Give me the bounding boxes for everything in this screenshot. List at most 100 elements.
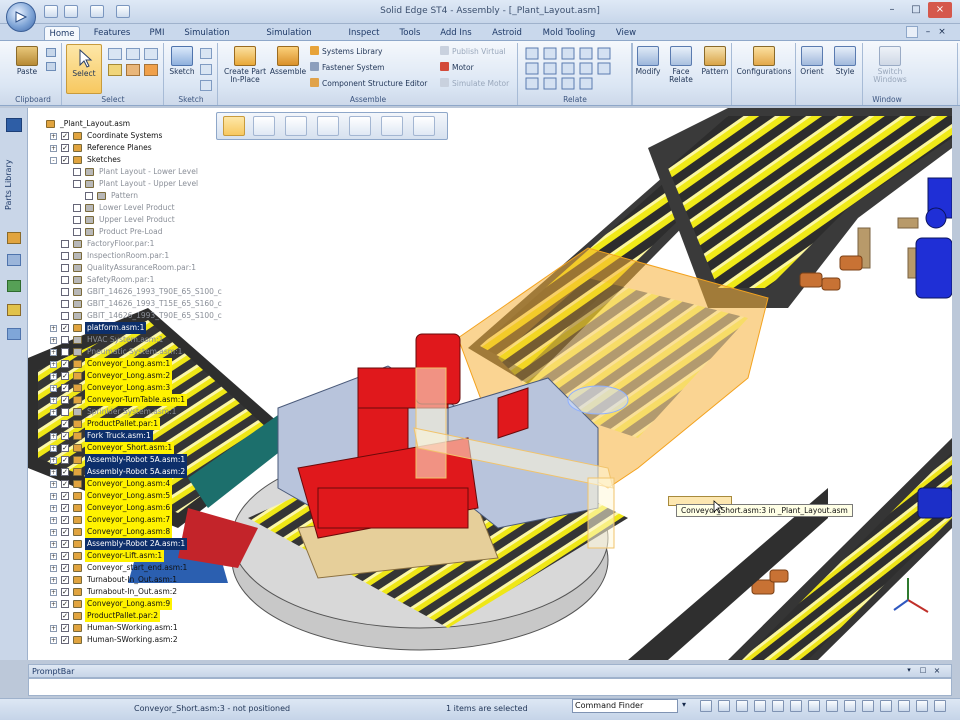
expand-icon[interactable]: + [50, 529, 57, 536]
visibility-checkbox[interactable]: ✓ [61, 156, 69, 164]
tree-item[interactable]: + ✓ Assembly-Robot 5A.asm:2 [30, 466, 216, 478]
tab-view[interactable]: View [610, 26, 642, 41]
tree-item[interactable]: - ✓ Sketches [30, 154, 216, 166]
tree-item[interactable]: + ✓ Turnabout-In_Out.asm:2 [30, 586, 216, 598]
paste-button[interactable]: Paste [10, 46, 44, 76]
expand-icon[interactable]: + [50, 493, 57, 500]
expand-icon[interactable]: + [50, 373, 57, 380]
tab-features[interactable]: Features [90, 26, 134, 41]
tree-item[interactable]: + ✓ Conveyor_Long.asm:8 [30, 526, 216, 538]
command-finder-dropdown-icon[interactable]: ▾ [682, 700, 692, 712]
tree-item[interactable]: InspectionRoom.par:1 [30, 250, 216, 262]
arc-icon[interactable] [200, 64, 212, 75]
visibility-checkbox[interactable] [73, 228, 81, 236]
expand-icon[interactable]: + [50, 625, 57, 632]
visibility-checkbox[interactable] [61, 276, 69, 284]
tree-item[interactable]: + Pneumatic System.asm:1 [30, 346, 216, 358]
status-more-icon[interactable] [934, 700, 946, 712]
expand-icon[interactable]: + [50, 337, 57, 344]
publish-virtual-button[interactable]: Publish Virtual [440, 46, 506, 57]
tab-simulation-geometry[interactable]: Simulation Geometry [244, 26, 334, 52]
new-file-icon[interactable] [116, 5, 130, 18]
visibility-checkbox[interactable]: ✓ [61, 432, 69, 440]
tree-item[interactable]: GBIT_14626_1993_T90E_65_S100_c [30, 310, 222, 322]
tree-item[interactable]: + ✓ Conveyor_Long.asm:7 [30, 514, 216, 526]
flash-fit-icon[interactable] [253, 116, 275, 136]
undo-icon[interactable] [64, 5, 78, 18]
tab-home[interactable]: Home [44, 26, 80, 41]
expand-icon[interactable]: + [50, 445, 57, 452]
offset-type-icon[interactable] [381, 116, 403, 136]
line-icon[interactable] [200, 48, 212, 59]
expand-icon[interactable]: + [50, 133, 57, 140]
visibility-checkbox[interactable]: ✓ [61, 540, 69, 548]
tree-root[interactable]: _Plant_Layout.asm [30, 118, 216, 130]
circle-icon[interactable] [200, 80, 212, 91]
visibility-checkbox[interactable] [61, 288, 69, 296]
select-button[interactable]: Select [66, 44, 102, 94]
configurations-button[interactable]: Configurations [734, 46, 794, 76]
visibility-checkbox[interactable]: ✓ [61, 552, 69, 560]
tree-item[interactable]: GBIT_14626_1993_T15E_65_S160_c [30, 298, 222, 310]
tab-inspect[interactable]: Inspect [344, 26, 384, 41]
family-tab-icon[interactable] [7, 328, 21, 340]
expand-icon[interactable]: + [50, 385, 57, 392]
tree-item[interactable]: + ✓ Conveyor_Long.asm:6 [30, 502, 216, 514]
visibility-checkbox[interactable]: ✓ [61, 564, 69, 572]
tree-item[interactable]: FactoryFloor.par:1 [30, 238, 216, 250]
visibility-checkbox[interactable]: ✓ [61, 132, 69, 140]
sharp-view-icon[interactable] [898, 700, 910, 712]
tree-item[interactable]: + ✓ Conveyor_start_end.asm:1 [30, 562, 216, 574]
visibility-checkbox[interactable]: ✓ [61, 360, 69, 368]
visibility-checkbox[interactable]: ✓ [61, 600, 69, 608]
promptbar-close-icon[interactable]: × [932, 666, 942, 676]
expand-icon[interactable]: + [50, 553, 57, 560]
promptbar-options-icon[interactable]: ▾ [904, 666, 914, 676]
zoom-area-icon[interactable] [700, 700, 712, 712]
relationship-types-icon[interactable] [317, 116, 339, 136]
visibility-checkbox[interactable]: ✓ [61, 624, 69, 632]
tab-mold-tooling[interactable]: Mold Tooling [538, 26, 600, 41]
visibility-checkbox[interactable]: ✓ [61, 456, 69, 464]
expand-icon[interactable]: + [50, 409, 57, 416]
tree-item[interactable]: ✓ ProductPallet.par:2 [30, 610, 216, 622]
visibility-checkbox[interactable]: ✓ [61, 492, 69, 500]
expand-icon[interactable]: + [50, 457, 57, 464]
expand-icon[interactable]: + [50, 325, 57, 332]
expand-icon[interactable]: + [50, 433, 57, 440]
expand-icon[interactable]: + [50, 577, 57, 584]
save-icon[interactable] [44, 5, 58, 18]
expand-icon[interactable]: + [50, 505, 57, 512]
tree-item[interactable]: + ✓ Conveyor_Long.asm:5 [30, 490, 216, 502]
tree-item[interactable]: + ✓ Conveyor_Short.asm:1 [30, 442, 216, 454]
visible-hidden-edges-icon[interactable] [862, 700, 874, 712]
selection-filter-icon[interactable] [108, 64, 122, 76]
tree-item[interactable]: Lower Level Product [30, 202, 216, 214]
close-icon[interactable]: × [928, 2, 952, 18]
visibility-checkbox[interactable]: ✓ [61, 516, 69, 524]
tree-item[interactable]: + ✓ Human-SWorking.asm:2 [30, 634, 216, 646]
redo-icon[interactable] [90, 5, 104, 18]
visibility-checkbox[interactable] [61, 264, 69, 272]
tree-item[interactable]: ✓ ProductPallet.par:1 [30, 418, 216, 430]
expand-icon[interactable]: + [50, 481, 57, 488]
view-style-icon[interactable] [880, 700, 892, 712]
visibility-checkbox[interactable]: ✓ [61, 612, 69, 620]
expand-icon[interactable]: + [50, 361, 57, 368]
tree-item[interactable]: + ✓ Conveyor_Long.asm:4 [30, 478, 216, 490]
style-button[interactable]: Style [830, 46, 860, 76]
copy-icon[interactable] [46, 62, 56, 71]
tree-item[interactable]: + ✓ Assembly-Robot 5A.asm:1 [30, 454, 216, 466]
visibility-checkbox[interactable]: ✓ [61, 144, 69, 152]
tab-add-ins[interactable]: Add Ins [436, 26, 476, 41]
options-icon[interactable] [223, 116, 245, 136]
systems-library-button[interactable]: Systems Library [310, 46, 382, 57]
tree-item[interactable]: + ✓ Conveyor_Long.asm:1 [30, 358, 216, 370]
promptbar-restore-icon[interactable]: □ [918, 666, 928, 676]
tree-item[interactable]: + ✓ Reference Planes [30, 142, 216, 154]
tree-item[interactable]: Upper Level Product [30, 214, 216, 226]
construction-display-icon[interactable] [349, 116, 371, 136]
layers-tab-icon[interactable] [7, 254, 21, 266]
visibility-checkbox[interactable] [73, 168, 81, 176]
assemble-button[interactable]: Assemble [268, 46, 308, 76]
